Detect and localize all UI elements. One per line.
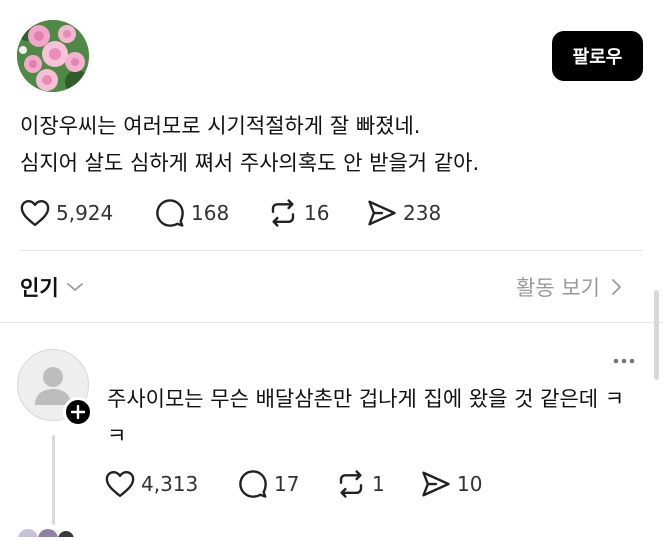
author-avatar[interactable] bbox=[17, 20, 89, 92]
view-activity-link[interactable]: 활동 보기 bbox=[516, 272, 624, 302]
post-text: 이장우씨는 여러모로 시기적절하게 잘 빠졌네. 심지어 살도 심하게 쪄서 주… bbox=[20, 108, 479, 182]
heart-icon bbox=[20, 199, 50, 227]
avatar-stack bbox=[18, 529, 74, 541]
sort-label: 인기 bbox=[20, 276, 59, 300]
reply-share-button[interactable]: 10 bbox=[421, 470, 482, 498]
follow-button-label: 팔로우 bbox=[572, 47, 623, 68]
avatar-image bbox=[17, 20, 89, 92]
share-count: 238 bbox=[403, 201, 442, 225]
more-icon bbox=[613, 358, 635, 364]
repost-icon bbox=[339, 470, 363, 498]
share-icon bbox=[368, 200, 396, 226]
plus-icon bbox=[71, 405, 85, 419]
post-action-bar: 5,924 168 16 238 bbox=[20, 199, 441, 227]
chevron-down-icon bbox=[66, 283, 83, 291]
repost-button[interactable]: 16 bbox=[268, 198, 329, 228]
comment-icon bbox=[156, 199, 184, 227]
reply-like-button[interactable]: 4,313 bbox=[105, 470, 198, 498]
like-button[interactable]: 5,924 bbox=[20, 199, 113, 227]
post-text-line: 이장우씨는 여러모로 시기적절하게 잘 빠졌네. bbox=[20, 114, 421, 138]
repost-count: 16 bbox=[304, 201, 330, 225]
reply-share-count: 10 bbox=[457, 472, 483, 496]
follow-button[interactable]: 팔로우 bbox=[552, 31, 643, 81]
sort-dropdown[interactable]: 인기 bbox=[20, 272, 85, 302]
reply-action-bar: 4,313 17 1 10 bbox=[105, 470, 482, 498]
reply-more-button[interactable] bbox=[612, 350, 636, 369]
reply-text: 주사이모는 무슨 배달삼촌만 겁나게 집에 왔을 것 같은데 ㅋㅋ bbox=[107, 387, 625, 448]
comment-count: 168 bbox=[191, 201, 230, 225]
like-count: 5,924 bbox=[56, 201, 114, 225]
view-activity-label: 활동 보기 bbox=[516, 276, 600, 300]
comment-icon bbox=[239, 470, 267, 498]
section-divider bbox=[0, 322, 663, 323]
reply-comment-button[interactable]: 17 bbox=[238, 469, 299, 499]
scrollbar[interactable] bbox=[654, 290, 659, 380]
reply-like-count: 4,313 bbox=[141, 472, 199, 496]
repost-icon bbox=[271, 199, 295, 227]
share-icon bbox=[422, 471, 450, 497]
reply-repost-button[interactable]: 1 bbox=[336, 469, 385, 499]
heart-icon bbox=[105, 470, 135, 498]
thread-line bbox=[52, 435, 55, 525]
reply-comment-count: 17 bbox=[274, 472, 300, 496]
post-text-line: 심지어 살도 심하게 쪄서 주사의혹도 안 받을거 같아. bbox=[20, 151, 480, 175]
post-divider bbox=[20, 250, 643, 251]
reply-repost-count: 1 bbox=[372, 472, 385, 496]
share-button[interactable]: 238 bbox=[367, 199, 441, 227]
follow-plus-button[interactable] bbox=[63, 397, 93, 427]
comment-button[interactable]: 168 bbox=[155, 198, 229, 228]
chevron-right-icon bbox=[612, 279, 621, 295]
